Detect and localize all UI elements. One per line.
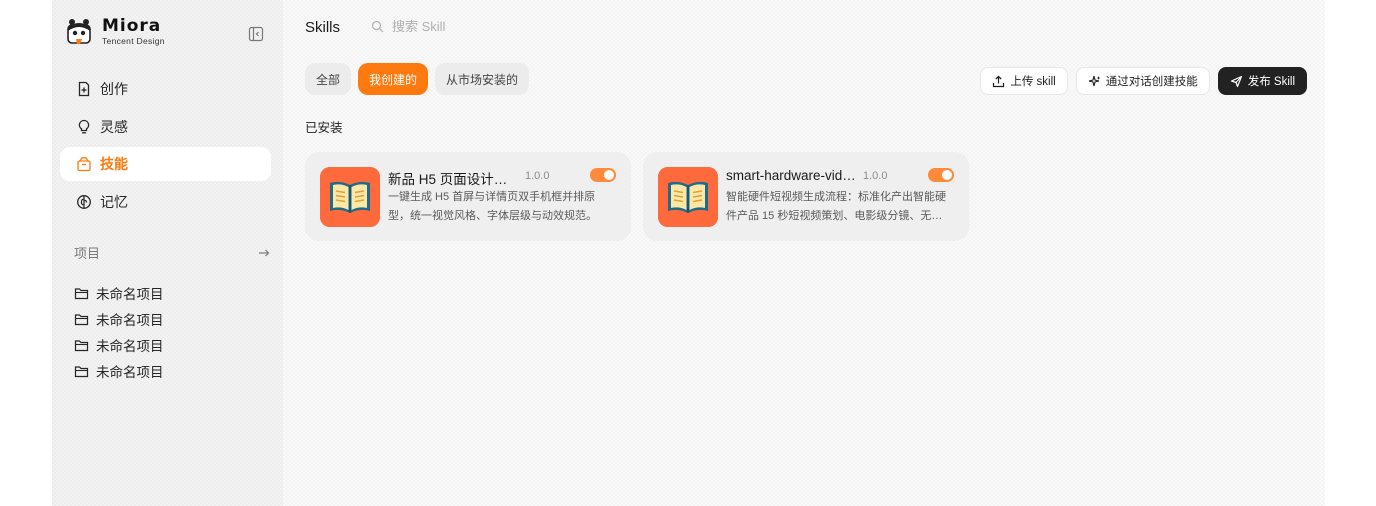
- skill-icon: [658, 167, 718, 227]
- app-window: Miora Tencent Design 创作 灵感 技能 记忆 项目 未命名项…: [52, 0, 1325, 506]
- file-plus-icon: [78, 81, 90, 97]
- mascot-logo-icon: [67, 19, 91, 44]
- open-book-icon: [320, 167, 380, 227]
- upload-skill-button[interactable]: 上传 skill: [980, 67, 1068, 95]
- nav-item-skills[interactable]: 技能: [60, 147, 271, 181]
- project-list: 未命名项目 未命名项目 未命名项目 未命名项目: [74, 276, 164, 388]
- sparkle-icon: [1088, 75, 1101, 86]
- filter-tabs: 全部 我创建的 从市场安装的: [305, 63, 536, 95]
- folder-icon: [74, 339, 89, 351]
- projects-heading: 项目: [74, 246, 101, 261]
- nav-label-memory: 记忆: [100, 193, 128, 210]
- skill-title: 新品 H5 页面设计流程: [388, 172, 518, 187]
- brand-logo[interactable]: Miora Tencent Design: [66, 17, 165, 47]
- skill-enabled-toggle[interactable]: [928, 168, 954, 182]
- installed-section-heading: 已安装: [305, 121, 343, 135]
- skill-card[interactable]: smart-hardware-video-flow 1.0.0 智能硬件短视频生…: [643, 152, 969, 241]
- box-icon: [77, 157, 91, 172]
- projects-header: 项目: [74, 243, 271, 262]
- publish-skill-label: 发布 Skill: [1247, 76, 1295, 88]
- nav-label-inspiration: 灵感: [100, 118, 128, 135]
- search-input[interactable]: [392, 19, 592, 34]
- chat-create-skill-button[interactable]: 通过对话创建技能: [1075, 67, 1210, 95]
- skill-card-list: 新品 H5 页面设计流程 1.0.0 一键生成 H5 首屏与详情页双手机框并排原…: [305, 152, 981, 241]
- arrow-right-icon[interactable]: [257, 246, 271, 260]
- project-item-label: 未命名项目: [96, 365, 164, 380]
- send-icon: [1230, 75, 1242, 87]
- skill-title: smart-hardware-video-flow: [726, 168, 856, 183]
- nav-item-memory[interactable]: 记忆: [60, 185, 271, 219]
- nav-item-create[interactable]: 创作: [60, 72, 271, 106]
- nav-label-create: 创作: [100, 81, 128, 97]
- skill-description: 一键生成 H5 首屏与详情页双手机框并排原型，统一视觉风格、字体层级与动效规范。: [388, 191, 597, 222]
- lightbulb-icon: [78, 119, 90, 133]
- project-item-label: 未命名项目: [96, 287, 164, 302]
- toolbar-actions: 上传 skill 通过对话创建技能 发布 Skill: [972, 67, 1307, 95]
- sidebar-collapse-icon[interactable]: [248, 26, 264, 42]
- skill-version: 1.0.0: [525, 170, 550, 182]
- skill-description: 智能硬件短视频生成流程：标准化产出智能硬件产品 15 秒短视频策划、电影级分镜、…: [726, 191, 946, 222]
- skill-icon: [320, 167, 380, 227]
- skill-enabled-toggle[interactable]: [590, 168, 616, 182]
- publish-skill-button[interactable]: 发布 Skill: [1217, 67, 1307, 95]
- folder-icon: [74, 365, 89, 377]
- folder-icon: [74, 287, 89, 299]
- chat-create-skill-label: 通过对话创建技能: [1105, 76, 1198, 88]
- tab-created-by-me[interactable]: 我创建的: [358, 63, 429, 95]
- nav-label-skills: 技能: [100, 156, 128, 172]
- tab-all[interactable]: 全部: [305, 63, 352, 95]
- main-nav: 创作 灵感 技能 记忆: [60, 72, 271, 222]
- main-content: Skills 全部 我创建的 从市场安装的 上传 skill 通过对话创建技能 …: [283, 0, 1325, 506]
- project-item-label: 未命名项目: [96, 339, 164, 354]
- brand-name: Miora: [102, 16, 162, 37]
- tab-installed-from-market[interactable]: 从市场安装的: [435, 63, 530, 95]
- open-book-icon: [658, 167, 718, 227]
- folder-icon: [74, 313, 89, 325]
- project-item[interactable]: 未命名项目: [74, 354, 164, 388]
- skill-version: 1.0.0: [863, 170, 888, 182]
- upload-icon: [993, 75, 1005, 87]
- brand-subtitle: Tencent Design: [102, 36, 165, 47]
- nav-item-inspiration[interactable]: 灵感: [60, 110, 271, 144]
- sidebar: Miora Tencent Design 创作 灵感 技能 记忆 项目 未命名项…: [52, 0, 283, 506]
- brain-icon: [77, 194, 91, 209]
- project-item-label: 未命名项目: [96, 313, 164, 328]
- upload-skill-label: 上传 skill: [1010, 76, 1056, 88]
- search-icon: [371, 20, 384, 33]
- page-title: Skills: [305, 19, 341, 36]
- skill-card[interactable]: 新品 H5 页面设计流程 1.0.0 一键生成 H5 首屏与详情页双手机框并排原…: [305, 152, 631, 241]
- search-box[interactable]: [371, 19, 592, 34]
